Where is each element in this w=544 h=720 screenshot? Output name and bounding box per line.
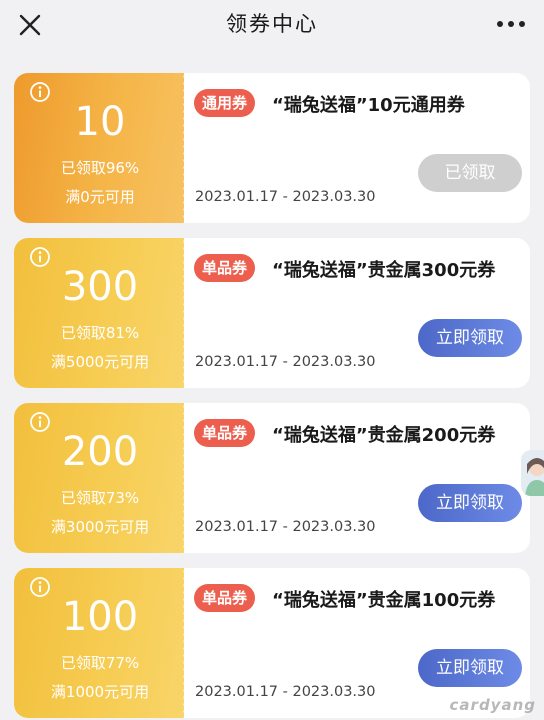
validity-dates: 2023.01.17 - 2023.03.30	[195, 189, 376, 205]
claim-button[interactable]: 立即领取	[418, 649, 522, 687]
coupon-type-badge: 通用券	[194, 89, 256, 117]
page-title: 领券中心	[226, 12, 318, 36]
coupon-type-badge: 单品券	[194, 584, 256, 612]
claim-button[interactable]: 立即领取	[418, 484, 522, 522]
coupon-title: “瑞兔送福”10元通用券	[272, 95, 465, 116]
claimed-percentage: 已领取77%	[60, 654, 140, 672]
validity-dates: 2023.01.17 - 2023.03.30	[195, 354, 376, 370]
minimum-spend: 满1000元可用	[50, 683, 150, 701]
claimed-percentage: 已领取73%	[60, 489, 140, 507]
coupon-card: 10 已领取96% 满0元可用 通用券 “瑞兔送福”10元通用券 2023.01…	[14, 73, 530, 223]
coupon-amount: 100	[61, 594, 139, 640]
claimed-percentage: 已领取96%	[60, 159, 140, 177]
validity-dates: 2023.01.17 - 2023.03.30	[195, 684, 376, 700]
coupon-amount: 300	[61, 264, 139, 310]
coupon-card: 200 已领取73% 满3000元可用 单品券 “瑞兔送福”贵金属200元券 2…	[14, 403, 530, 553]
coupon-type-badge: 单品券	[194, 254, 256, 282]
customer-service-tab[interactable]	[521, 450, 544, 496]
avatar-icon	[525, 458, 544, 496]
claimed-percentage: 已领取81%	[60, 324, 140, 342]
coupon-type-badge: 单品券	[194, 419, 256, 447]
minimum-spend: 满3000元可用	[50, 518, 150, 536]
validity-dates: 2023.01.17 - 2023.03.30	[195, 519, 376, 535]
claimed-button[interactable]: 已领取	[418, 154, 522, 192]
coupon-title: “瑞兔送福”贵金属100元券	[272, 590, 496, 611]
top-bar: 领券中心	[0, 0, 544, 50]
more-options-icon[interactable]	[494, 10, 528, 38]
watermark: cardyang	[449, 696, 536, 714]
minimum-spend: 满5000元可用	[50, 353, 150, 371]
minimum-spend: 满0元可用	[65, 188, 135, 206]
claim-button[interactable]: 立即领取	[418, 319, 522, 357]
coupon-amount: 10	[74, 99, 126, 145]
coupon-card: 300 已领取81% 满5000元可用 单品券 “瑞兔送福”贵金属300元券 2…	[14, 238, 530, 388]
coupon-title: “瑞兔送福”贵金属300元券	[272, 260, 496, 281]
coupon-title: “瑞兔送福”贵金属200元券	[272, 425, 496, 446]
coupon-amount: 200	[61, 429, 139, 475]
